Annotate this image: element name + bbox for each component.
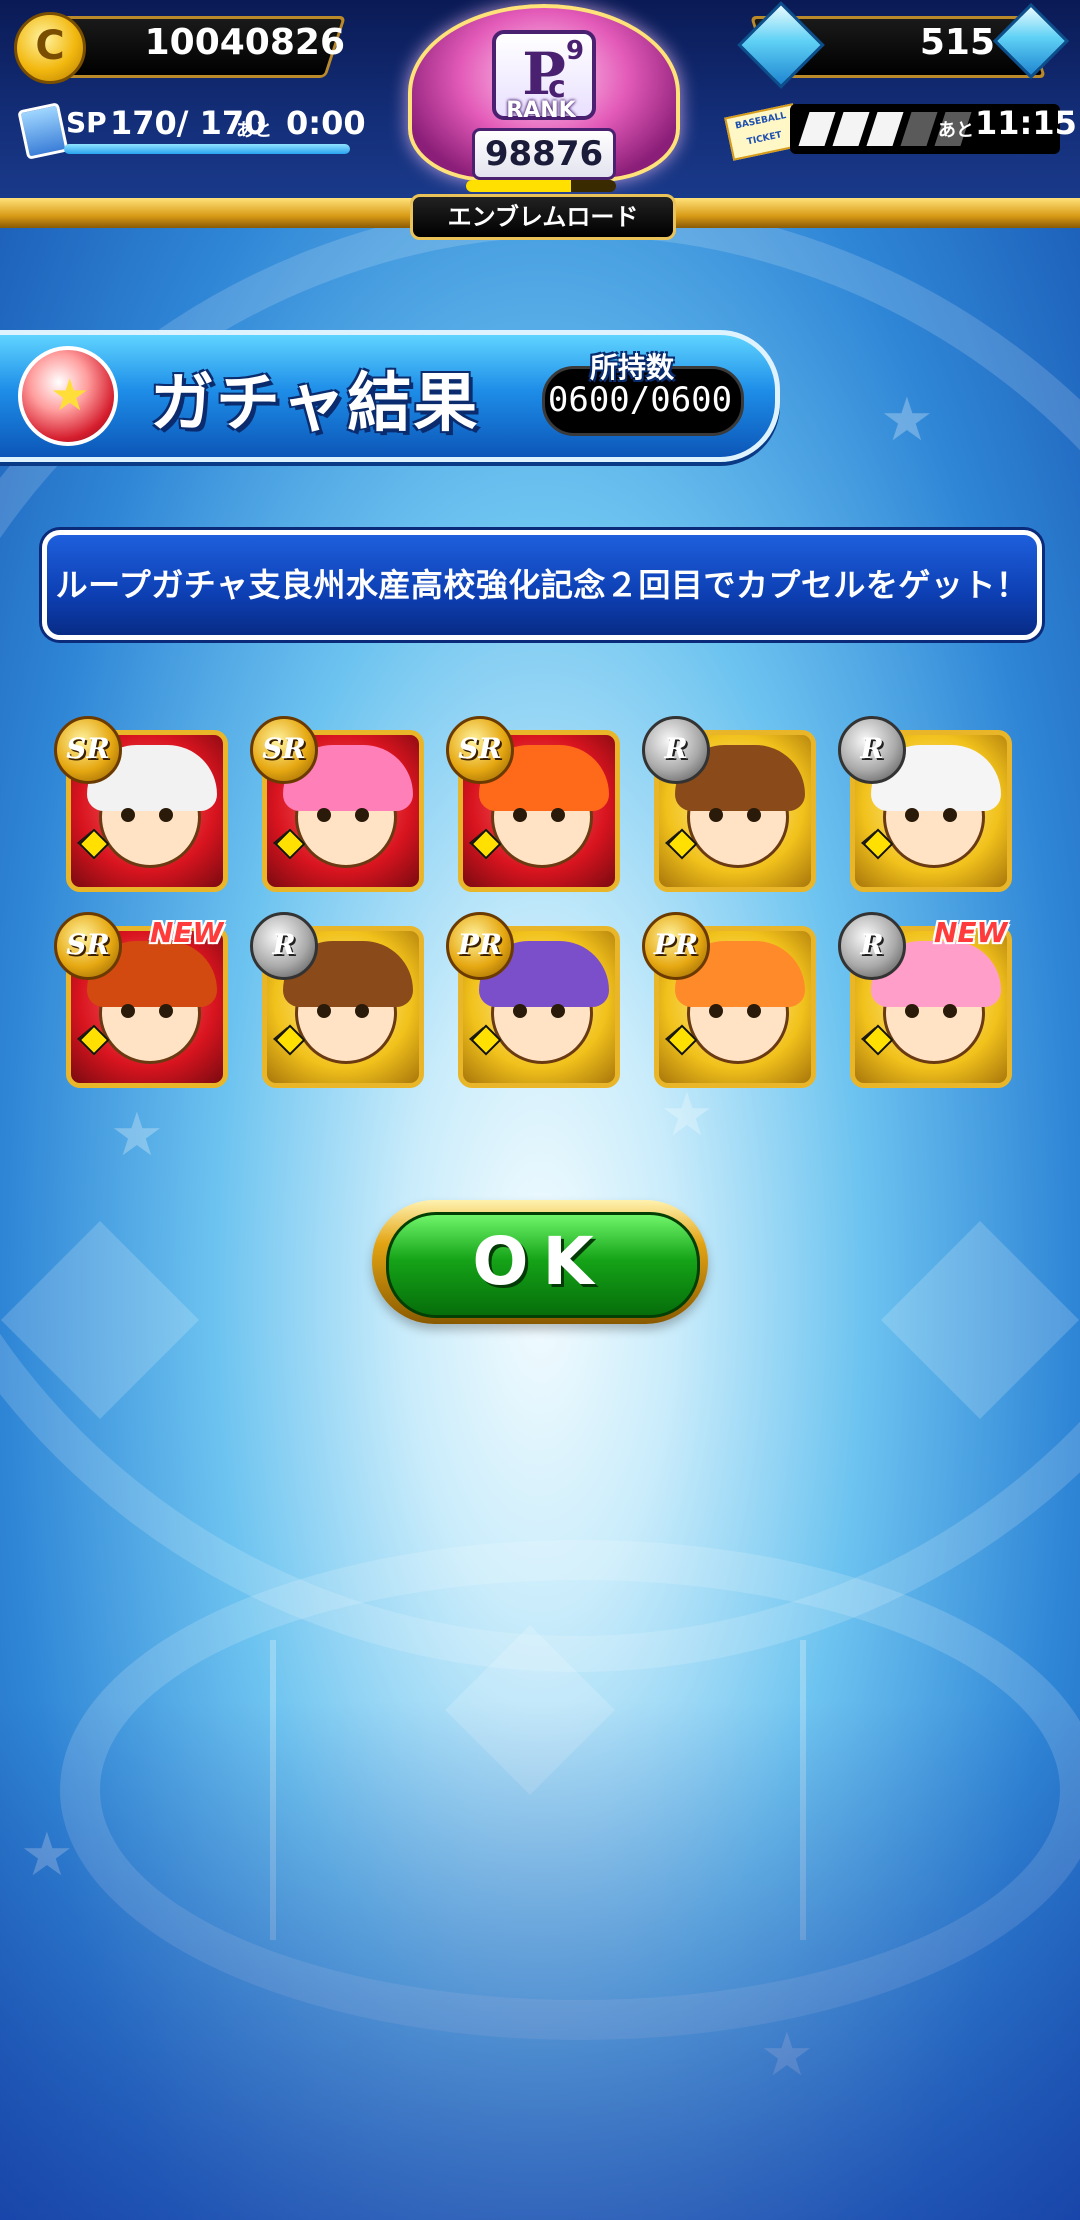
new-badge: NEW [150, 916, 224, 949]
character-eyes [705, 808, 765, 823]
sp-progress-bar [64, 144, 350, 154]
base-diamond-left [1, 1221, 199, 1419]
star-icon: ★ [20, 1820, 74, 1890]
rarity-badge: R [838, 912, 906, 980]
character-eyes [705, 1004, 765, 1019]
coin-count: 10040826 [144, 22, 345, 63]
home-plate [445, 1625, 615, 1795]
owned-count-value: 0600/0600 [547, 380, 733, 420]
rarity-badge: PR [642, 912, 710, 980]
field-line [800, 1640, 806, 1940]
rank-label: RANK [506, 98, 576, 123]
ticket-remaining-label: あと [938, 120, 974, 141]
rarity-badge: PR [446, 912, 514, 980]
rarity-badge: SR [250, 716, 318, 784]
ticket-gauge-segment [900, 112, 938, 146]
character-eyes [117, 1004, 177, 1019]
star-icon: ★ [880, 385, 934, 455]
rank-progress-bar [466, 180, 616, 192]
rarity-badge: SR [54, 716, 122, 784]
character-eyes [509, 808, 569, 823]
gem-count: 515 [919, 22, 995, 63]
emblem-road-button[interactable]: エンブレムロード [410, 194, 676, 240]
background-ring-bottom [60, 1540, 1080, 2040]
star-icon: ★ [760, 2020, 814, 2090]
new-badge: NEW [934, 916, 1008, 949]
ticket-gauge-segment [798, 112, 836, 146]
sp-label: SP [66, 106, 107, 139]
character-eyes [313, 1004, 373, 1019]
ticket-gauge-segment [866, 112, 904, 146]
rarity-badge: SR [446, 716, 514, 784]
rarity-badge: R [642, 716, 710, 784]
star-icon: ★ [660, 1080, 714, 1150]
rank-superscript: 9 [566, 36, 585, 66]
ticket-gauge-segment [832, 112, 870, 146]
rank-points: 98876 [472, 128, 616, 180]
rarity-badge: R [838, 716, 906, 784]
character-eyes [509, 1004, 569, 1019]
ticket-recovery-time: 11:15 [975, 104, 1077, 142]
rarity-badge: R [250, 912, 318, 980]
coin-icon: C [14, 12, 86, 84]
sp-progress-fill [64, 144, 350, 154]
sp-recovery-time: 0:00 [286, 104, 366, 142]
ok-button-label[interactable]: OK [386, 1212, 694, 1312]
sp-remaining-label: あと [236, 120, 272, 141]
result-message: ループガチャ支良州水産高校強化記念２回目でカプセルをゲット！ [55, 566, 1029, 604]
star-icon: ★ [50, 370, 90, 421]
rarity-badge: SR [54, 912, 122, 980]
character-eyes [117, 808, 177, 823]
character-eyes [901, 808, 961, 823]
star-icon: ★ [110, 1100, 164, 1170]
character-eyes [313, 808, 373, 823]
page-title: ガチャ結果 [150, 367, 480, 441]
base-diamond-right [881, 1221, 1079, 1419]
character-eyes [901, 1004, 961, 1019]
field-line [270, 1640, 276, 1940]
rank-progress-fill [466, 180, 571, 192]
